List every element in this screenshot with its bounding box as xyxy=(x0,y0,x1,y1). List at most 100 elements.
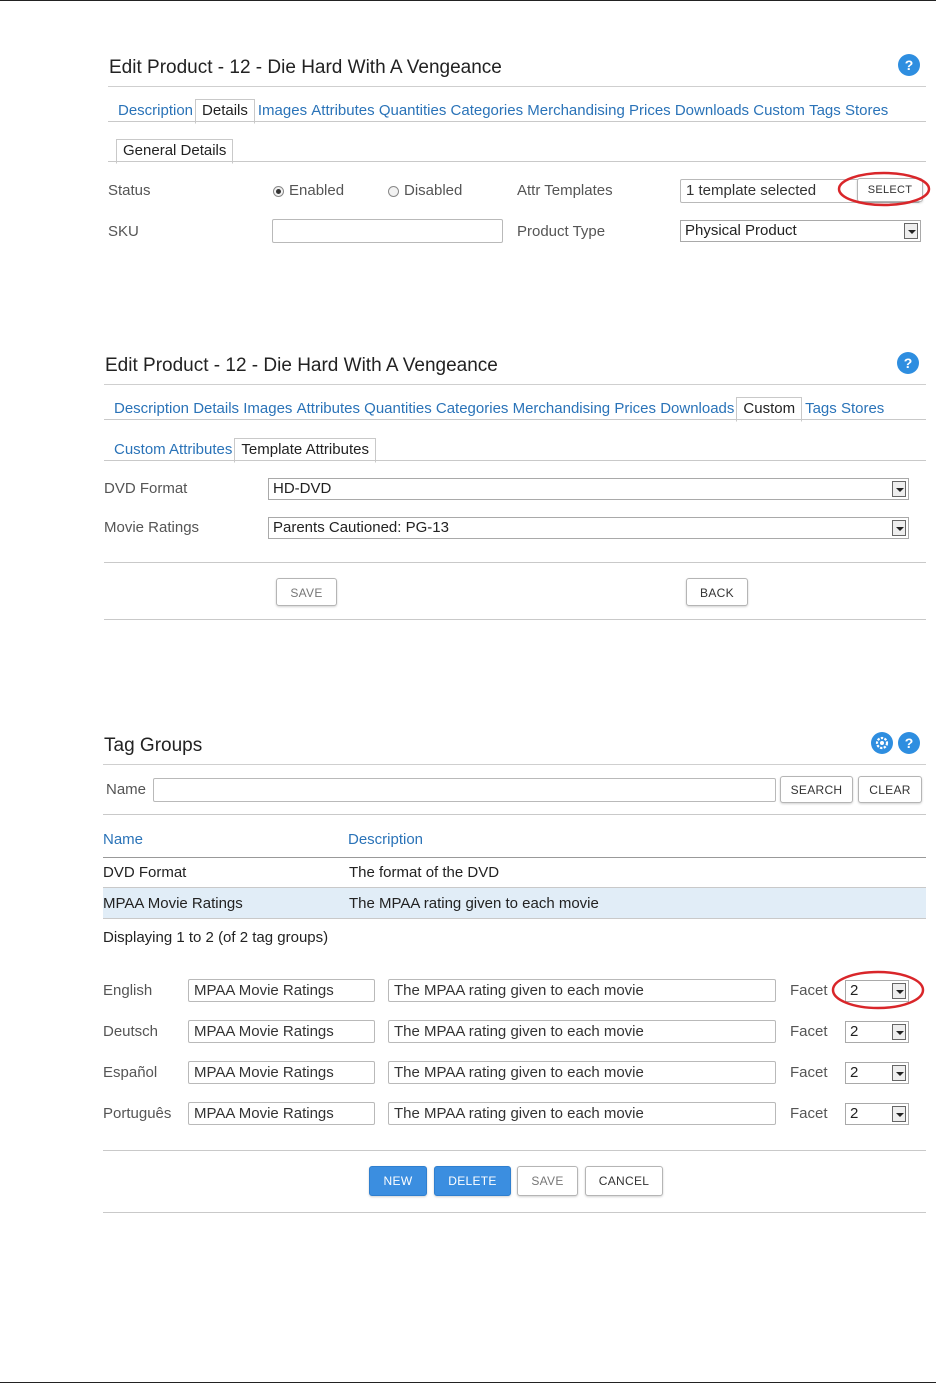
tab-attributes[interactable]: Attributes xyxy=(311,99,374,123)
tab-description[interactable]: Description xyxy=(114,397,189,421)
product-type-label: Product Type xyxy=(517,223,606,240)
title-divider xyxy=(103,764,926,765)
sku-label: SKU xyxy=(108,223,139,240)
help-icon[interactable]: ? xyxy=(897,352,919,374)
back-button[interactable]: BACK xyxy=(686,578,748,606)
tab-tags[interactable]: Tags xyxy=(805,397,837,421)
form-divider xyxy=(103,1150,926,1151)
tab-tags[interactable]: Tags xyxy=(809,99,841,123)
chevron-down-icon xyxy=(904,223,918,239)
attr-templates-label: Attr Templates xyxy=(517,182,613,199)
paging-status: Displaying 1 to 2 (of 2 tag groups) xyxy=(103,929,329,946)
subtab-custom-attributes[interactable]: Custom Attributes xyxy=(114,438,232,462)
save-button[interactable]: SAVE xyxy=(276,578,337,606)
product-type-value: Physical Product xyxy=(685,222,797,239)
language-label: Español xyxy=(103,1064,158,1081)
title-divider xyxy=(108,86,926,87)
facet-label: Facet xyxy=(790,1023,828,1040)
tab-categories[interactable]: Categories xyxy=(451,99,524,123)
bottom-page-rule xyxy=(0,1382,936,1383)
status-enabled-label: Enabled xyxy=(289,182,345,199)
form-bottom-divider xyxy=(104,619,926,620)
facet-select[interactable]: 2 xyxy=(845,1021,909,1043)
facet-value: 2 xyxy=(850,1064,859,1081)
tabs-divider xyxy=(108,121,926,122)
product-type-select[interactable]: Physical Product xyxy=(680,220,921,242)
tab-downloads[interactable]: Downloads xyxy=(675,99,749,123)
dvd-format-value: HD-DVD xyxy=(273,480,332,497)
chevron-down-icon xyxy=(892,520,906,536)
subtabs-divider xyxy=(104,460,926,461)
row-name: DVD Format xyxy=(103,864,187,881)
chevron-down-icon xyxy=(892,481,906,497)
page-title: Tag Groups xyxy=(104,735,203,756)
tab-categories[interactable]: Categories xyxy=(436,397,509,421)
row-description: The MPAA rating given to each movie xyxy=(349,895,599,912)
help-icon[interactable]: ? xyxy=(898,54,920,76)
tab-quantities[interactable]: Quantities xyxy=(364,397,432,421)
form-bottom-divider xyxy=(103,1212,926,1213)
status-enabled-radio[interactable] xyxy=(273,186,284,197)
status-disabled-label: Disabled xyxy=(404,182,463,199)
facet-value: 2 xyxy=(850,1023,859,1040)
column-header-name[interactable]: Name xyxy=(103,831,143,848)
row-description: The format of the DVD xyxy=(349,864,500,881)
tab-downloads[interactable]: Downloads xyxy=(660,397,734,421)
header-divider xyxy=(103,857,926,858)
save-button[interactable]: SAVE xyxy=(517,1166,578,1196)
tag-group-description-input[interactable]: The MPAA rating given to each movie xyxy=(388,1102,776,1125)
subtabs-divider xyxy=(108,161,926,162)
tag-group-name-input[interactable]: MPAA Movie Ratings xyxy=(188,1102,375,1125)
name-filter-label: Name xyxy=(106,781,147,798)
tab-prices[interactable]: Prices xyxy=(629,99,671,123)
tab-merchandising[interactable]: Merchandising xyxy=(513,397,611,421)
tab-images[interactable]: Images xyxy=(258,99,307,123)
tag-group-name-input[interactable]: MPAA Movie Ratings xyxy=(188,1020,375,1043)
tab-merchandising[interactable]: Merchandising xyxy=(527,99,625,123)
facet-label: Facet xyxy=(790,1064,828,1081)
tab-images[interactable]: Images xyxy=(243,397,292,421)
chevron-down-icon xyxy=(892,1065,906,1081)
tag-group-description-input[interactable]: The MPAA rating given to each movie xyxy=(388,1020,776,1043)
page-title: Edit Product - 12 - Die Hard With A Veng… xyxy=(105,355,498,376)
delete-button[interactable]: DELETE xyxy=(434,1166,511,1196)
status-disabled-radio[interactable] xyxy=(388,186,399,197)
facet-select[interactable]: 2 xyxy=(845,1103,909,1125)
tab-quantities[interactable]: Quantities xyxy=(379,99,447,123)
row-divider xyxy=(103,918,926,919)
chevron-down-icon xyxy=(892,1106,906,1122)
tab-details[interactable]: Details xyxy=(193,397,239,421)
movie-ratings-label: Movie Ratings xyxy=(104,519,200,536)
facet-label: Facet xyxy=(790,1105,828,1122)
clear-button[interactable]: CLEAR xyxy=(858,776,922,803)
tag-group-description-input[interactable]: The MPAA rating given to each movie xyxy=(388,979,776,1002)
tab-attributes[interactable]: Attributes xyxy=(297,397,360,421)
tag-group-description-input[interactable]: The MPAA rating given to each movie xyxy=(388,1061,776,1084)
status-label: Status xyxy=(108,182,151,199)
movie-ratings-select[interactable]: Parents Cautioned: PG-13 xyxy=(268,517,909,539)
top-page-rule xyxy=(0,0,936,1)
tag-group-name-input[interactable]: MPAA Movie Ratings xyxy=(188,1061,375,1084)
tag-group-name-input[interactable]: MPAA Movie Ratings xyxy=(188,979,375,1002)
tab-description[interactable]: Description xyxy=(118,99,193,123)
sku-input[interactable] xyxy=(272,219,503,243)
annotation-ellipse xyxy=(837,171,931,207)
tab-custom[interactable]: Custom xyxy=(753,99,805,123)
cancel-button[interactable]: CANCEL xyxy=(585,1166,663,1196)
new-button[interactable]: NEW xyxy=(369,1166,427,1196)
name-filter-input[interactable] xyxy=(153,778,776,802)
language-label: Português xyxy=(103,1105,172,1122)
tab-stores[interactable]: Stores xyxy=(841,397,884,421)
tab-prices[interactable]: Prices xyxy=(614,397,656,421)
column-header-description[interactable]: Description xyxy=(348,831,423,848)
dvd-format-select[interactable]: HD-DVD xyxy=(268,478,909,500)
tab-stores[interactable]: Stores xyxy=(845,99,888,123)
language-label: Deutsch xyxy=(103,1023,159,1040)
row-name: MPAA Movie Ratings xyxy=(103,895,243,912)
language-label: English xyxy=(103,982,153,999)
help-icon[interactable]: ? xyxy=(898,732,920,754)
gear-icon[interactable] xyxy=(871,732,893,754)
search-button[interactable]: SEARCH xyxy=(780,776,853,803)
facet-select[interactable]: 2 xyxy=(845,1062,909,1084)
movie-ratings-value: Parents Cautioned: PG-13 xyxy=(273,519,449,536)
